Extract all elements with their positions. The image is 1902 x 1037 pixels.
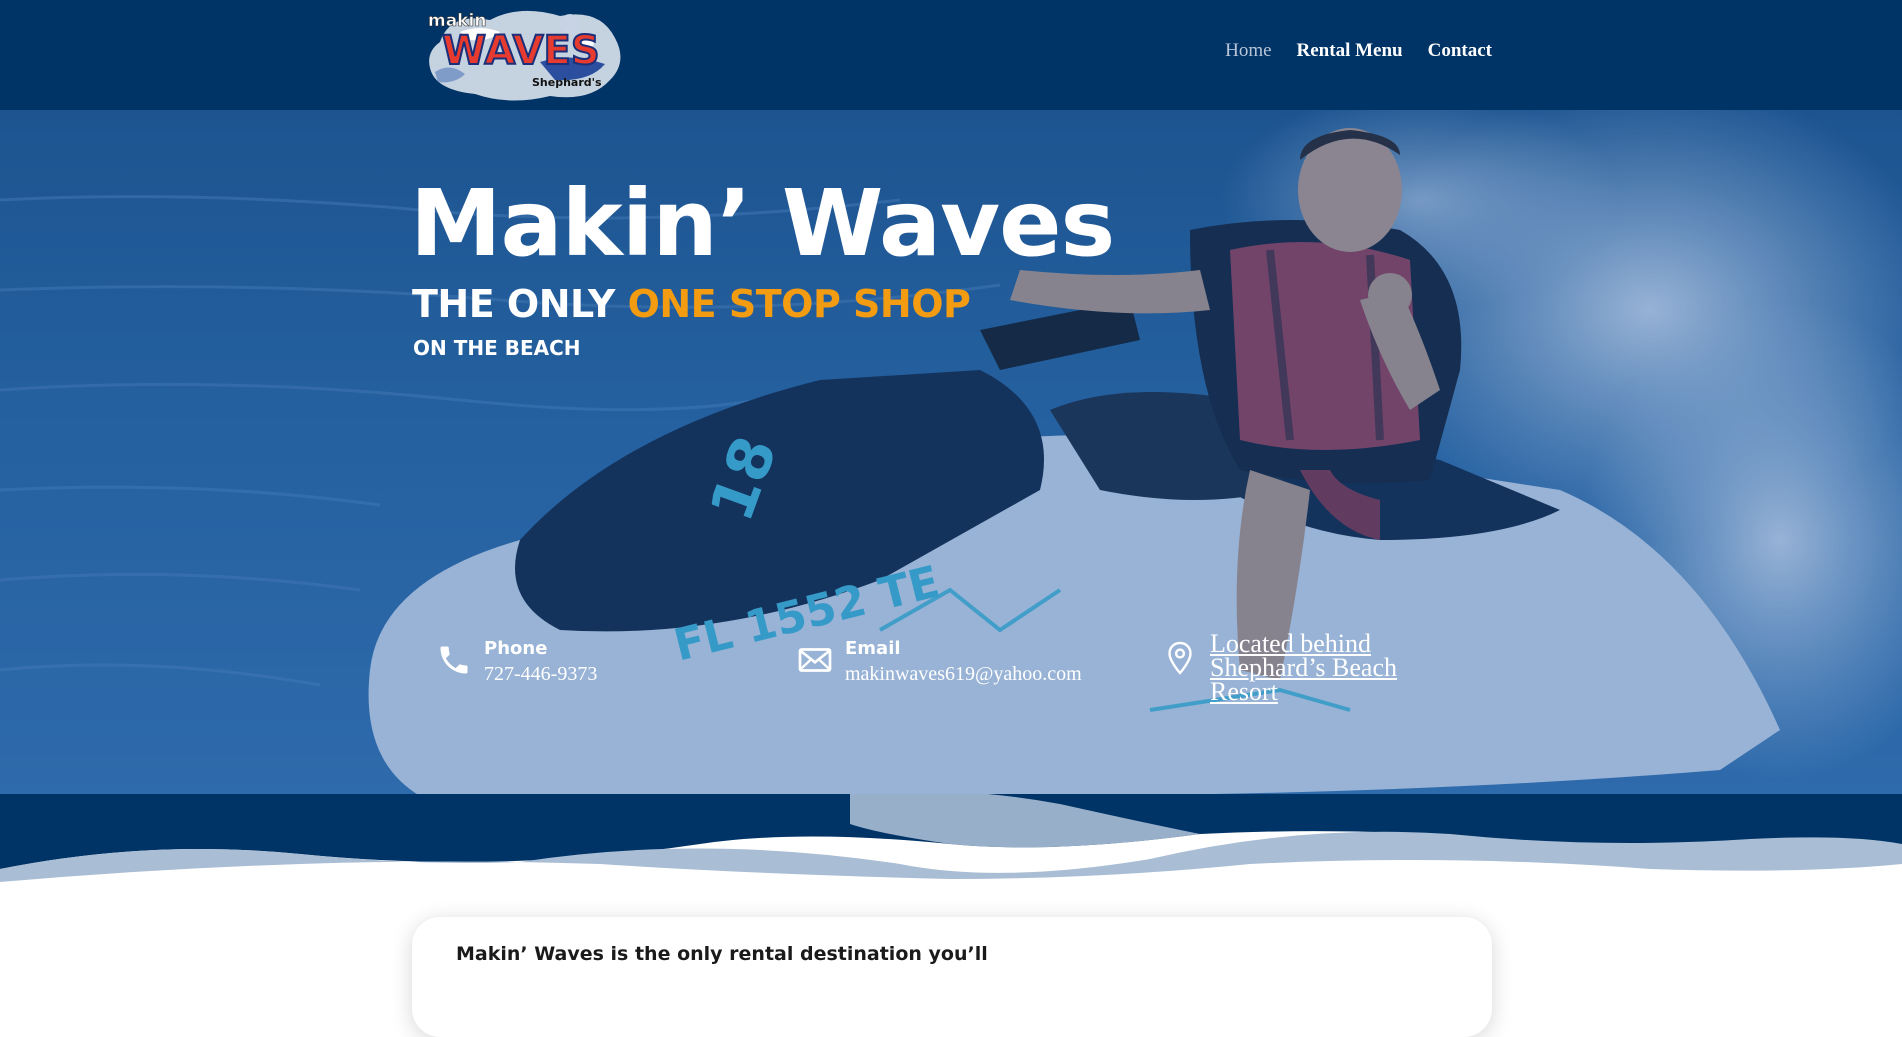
hero-tagline: ON THE BEACH (413, 336, 581, 360)
site-logo[interactable]: makin WAVES Shephard's (420, 2, 630, 106)
logo-sub-text: Shephard's (532, 76, 602, 89)
phone-icon (436, 642, 472, 678)
contact-phone-text: Phone 727-446-9373 (484, 632, 597, 686)
makin-waves-logo: makin WAVES Shephard's (428, 11, 621, 101)
phone-label: Phone (484, 638, 548, 659)
email-label: Email (845, 638, 901, 659)
phone-number[interactable]: 727-446-9373 (484, 663, 597, 686)
nav-home[interactable]: Home (1225, 40, 1271, 62)
logo-main-text: WAVES (442, 28, 600, 74)
hero-subtitle-accent: ONE STOP SHOP (627, 282, 971, 326)
site-header: makin WAVES Shephard's Home Rental Menu … (0, 0, 1902, 110)
intro-text: Makin’ Waves is the only rental destinat… (456, 943, 988, 965)
hero-section: 18 FL 1552 TE Makin’ Waves THE ONLY ONE … (0, 110, 1902, 796)
nav-contact[interactable]: Contact (1428, 40, 1492, 62)
hero-subtitle-prefix: THE ONLY (412, 282, 628, 326)
contact-email: Email makinwaves619@yahoo.com (797, 632, 1082, 686)
map-pin-icon (1162, 640, 1198, 676)
wave-divider (0, 794, 1902, 894)
contact-location: Located behind Shephard’s Beach Resort (1162, 631, 1430, 705)
nav-rental-menu[interactable]: Rental Menu (1297, 40, 1403, 62)
contact-phone: Phone 727-446-9373 (436, 632, 597, 686)
hero-title: Makin’ Waves (410, 170, 1115, 277)
main-nav: Home Rental Menu Contact (1225, 40, 1492, 62)
location-link[interactable]: Located behind Shephard’s Beach Resort (1210, 631, 1430, 705)
hero-subtitle: THE ONLY ONE STOP SHOP (412, 282, 971, 326)
envelope-icon (797, 642, 833, 678)
contact-email-text: Email makinwaves619@yahoo.com (845, 632, 1082, 686)
email-address[interactable]: makinwaves619@yahoo.com (845, 663, 1082, 686)
intro-card: Makin’ Waves is the only rental destinat… (412, 917, 1492, 1037)
